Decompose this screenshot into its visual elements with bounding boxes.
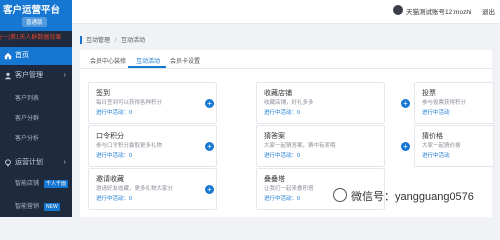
add-icon[interactable]: + bbox=[401, 99, 410, 108]
people-icon bbox=[4, 72, 12, 80]
active-tab-indicator bbox=[128, 66, 166, 68]
wechat-icon bbox=[333, 188, 347, 202]
card-desc: 邀请好友收藏，更多礼物大家分 bbox=[96, 186, 174, 192]
card-status[interactable]: 进行中活动：0 bbox=[96, 151, 132, 159]
badge-new: NEW bbox=[44, 203, 60, 211]
card-desc: 参与投票获得积分 bbox=[422, 100, 467, 106]
card-checkin[interactable]: 签到 每日签到可以获得各种积分 进行中活动：0 + bbox=[88, 82, 217, 124]
card-title: 猜价格 bbox=[422, 133, 443, 140]
card-title: 口令积分 bbox=[96, 133, 124, 140]
sidebar-item-customer-management[interactable]: 客户管理 › bbox=[0, 67, 72, 85]
breadcrumb: 互动管理 / 互动活动 bbox=[80, 35, 146, 45]
card-status[interactable]: 进行中活动：0 bbox=[264, 151, 300, 159]
card-favorite-store[interactable]: 收藏店铺 收藏店铺，好礼多多 进行中活动：0 + bbox=[256, 82, 410, 124]
card-status[interactable]: 进行中活动：0 bbox=[96, 108, 132, 116]
card-vote[interactable]: 投票 参与投票获得积分 进行中活动 bbox=[414, 82, 494, 124]
chevron-down-icon: › bbox=[63, 159, 66, 166]
sidebar-item-label: 客户列表 bbox=[15, 96, 40, 102]
top-bar: 天猫测试账号12:mozhi 退出 bbox=[72, 0, 500, 24]
sidebar-item-label: 客户分群 bbox=[15, 116, 40, 122]
tab-member-card[interactable]: 会员卡设置 bbox=[170, 56, 200, 65]
brand-subtitle: 普通版 bbox=[22, 17, 47, 27]
card-title: 收藏店铺 bbox=[264, 90, 292, 97]
tab-member-center[interactable]: 会员中心装修 bbox=[90, 56, 126, 65]
bulb-icon bbox=[5, 159, 11, 167]
sidebar-item-label: 客户管理 bbox=[15, 72, 43, 79]
promo-text: (一)第1天人群数据效果 bbox=[0, 35, 62, 41]
brand-title: 客户运营平台 bbox=[3, 5, 61, 16]
sidebar-item-label: 首页 bbox=[15, 52, 29, 59]
sidebar-item-home[interactable]: 首页 bbox=[0, 47, 72, 65]
user-name[interactable]: 天猫测试账号12:mozhi bbox=[406, 6, 471, 16]
tab-bar: 会员中心装修 互动活动 会员卡设置 bbox=[80, 50, 492, 69]
chevron-down-icon: › bbox=[63, 72, 66, 79]
sidebar-item-label: 运营计划 bbox=[15, 159, 43, 166]
card-status[interactable]: 进行中活动 bbox=[422, 151, 450, 159]
card-password-points[interactable]: 口令积分 参与口令积分赢取更多礼物 进行中活动：0 + bbox=[88, 125, 217, 167]
card-title: 猜答案 bbox=[264, 133, 285, 140]
card-title: 邀请收藏 bbox=[96, 176, 124, 183]
add-icon[interactable]: + bbox=[401, 142, 410, 151]
watermark-text: 微信号：yangguang0576 bbox=[351, 191, 474, 203]
sidebar-item-customer-analysis[interactable]: 客户分析 bbox=[0, 130, 72, 148]
watermark: 微信号：yangguang0576 bbox=[333, 186, 500, 206]
card-title: 叠叠塔 bbox=[264, 176, 285, 183]
add-icon[interactable]: + bbox=[205, 99, 214, 108]
card-guess-price[interactable]: 猜价格 大家一起猜价格 进行中活动 bbox=[414, 125, 494, 167]
sidebar-item-label: 客户分析 bbox=[15, 136, 40, 142]
card-desc: 让我们一起来叠积塔 bbox=[264, 186, 314, 192]
breadcrumb-item: 互动活动 bbox=[121, 38, 146, 44]
card-desc: 参与口令积分赢取更多礼物 bbox=[96, 143, 163, 149]
sidebar-item-label: 智能店铺 bbox=[15, 181, 40, 187]
card-status[interactable]: 进行中活动：0 bbox=[264, 194, 300, 202]
breadcrumb-item[interactable]: 互动管理 bbox=[86, 38, 110, 44]
card-desc: 每日签到可以获得各种积分 bbox=[96, 100, 163, 106]
card-status[interactable]: 进行中活动：0 bbox=[264, 108, 300, 116]
sidebar-item-customer-groups[interactable]: 客户分群 bbox=[0, 110, 72, 128]
sidebar-item-label: 智能营销 bbox=[15, 204, 40, 210]
card-title: 签到 bbox=[96, 90, 110, 97]
card-desc: 大家一起猜答案，猜中有奖哦 bbox=[264, 143, 336, 149]
add-icon[interactable]: + bbox=[205, 142, 214, 151]
sidebar-item-smart-store[interactable]: 智能店铺 千人千面 bbox=[0, 175, 72, 193]
card-desc: 收藏店铺，好礼多多 bbox=[264, 100, 314, 106]
sidebar-item-operation-plan[interactable]: 运营计划 › bbox=[0, 154, 72, 172]
card-status[interactable]: 进行中活动：0 bbox=[96, 194, 132, 202]
logout-link[interactable]: 退出 bbox=[482, 6, 495, 16]
sidebar-item-customer-list[interactable]: 客户列表 bbox=[0, 90, 72, 108]
avatar[interactable] bbox=[393, 5, 403, 15]
add-icon[interactable]: + bbox=[205, 185, 214, 194]
tab-interactive-activity[interactable]: 互动活动 bbox=[136, 56, 160, 65]
card-title: 投票 bbox=[422, 90, 436, 97]
card-desc: 大家一起猜价格 bbox=[422, 143, 461, 149]
sidebar-item-smart-marketing[interactable]: 智能营销 NEW bbox=[0, 198, 72, 216]
card-guess-answer[interactable]: 猜答案 大家一起猜答案，猜中有奖哦 进行中活动：0 + bbox=[256, 125, 410, 167]
sidebar: 客户运营平台 普通版 (一)第1天人群数据效果 首页 客户管理 › 客户列表 客… bbox=[0, 0, 72, 217]
brand-header: 客户运营平台 普通版 bbox=[0, 0, 72, 31]
card-invite-favorite[interactable]: 邀请收藏 邀请好友收藏，更多礼物大家分 进行中活动：0 + bbox=[88, 168, 217, 210]
card-status[interactable]: 进行中活动 bbox=[422, 108, 450, 116]
home-icon bbox=[4, 52, 12, 60]
badge-tag: 千人千面 bbox=[44, 180, 69, 188]
